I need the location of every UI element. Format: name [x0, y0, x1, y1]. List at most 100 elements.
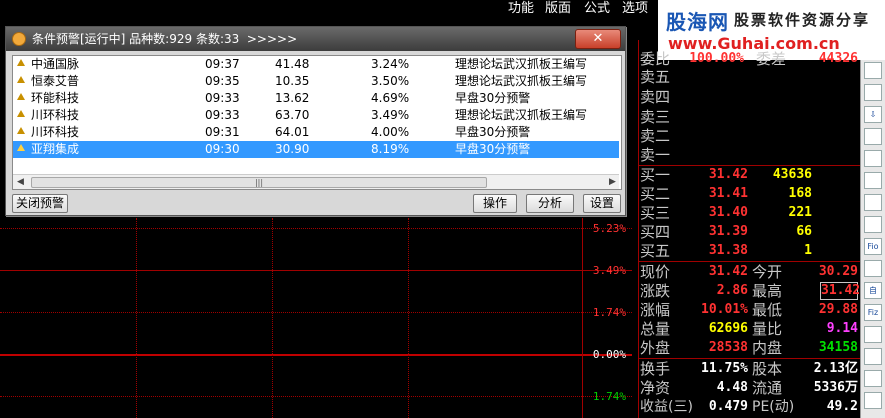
alert-time: 09:33 [205, 108, 240, 122]
info-value-eps: 0.479 [708, 399, 748, 414]
list-item[interactable]: 川环科技 09:31 64.01 4.00% 早盘30分预警 [13, 124, 619, 141]
fiz-icon[interactable]: Fiz [864, 304, 882, 321]
stat-label: 最低 [752, 301, 783, 319]
alert-pct: 3.24% [371, 57, 410, 71]
stock-name: 川环科技 [31, 108, 80, 122]
alert-time: 09:35 [205, 74, 240, 88]
intraday-chart-area[interactable]: 5.23% 3.49% 1.74% 0.00% 1.74% [0, 218, 632, 418]
alert-desc: 早盘30分预警 [455, 125, 531, 139]
line-icon[interactable] [864, 216, 882, 233]
close-alert-button[interactable]: 关闭预警 [12, 194, 68, 213]
info-value-turnover: 11.75% [701, 361, 748, 376]
alert-price: 10.35 [275, 74, 310, 88]
bar-icon[interactable] [864, 260, 882, 277]
up-arrow-icon [17, 76, 25, 83]
side-toolbar: ⇩ Fio 自 Fiz [860, 60, 885, 418]
stat-label: 量比 [752, 320, 783, 338]
menu-item-options[interactable]: 选项 [622, 0, 648, 18]
panel-divider [638, 261, 860, 262]
alert-pct: 4.69% [371, 91, 410, 105]
stat-value-low: 29.88 [818, 302, 858, 317]
buy-label: 买二 [640, 185, 671, 203]
list-item[interactable]: 恒泰艾普 09:35 10.35 3.50% 理想论坛武汉抓板王编写 [13, 73, 619, 90]
stat-label: 总量 [640, 320, 671, 338]
trend-icon[interactable] [864, 172, 882, 189]
menu-item-layout[interactable]: 版面 [545, 0, 571, 18]
grid-icon[interactable] [864, 84, 882, 101]
buy-label: 买五 [640, 242, 671, 260]
wave3-icon[interactable] [864, 392, 882, 409]
info-value-capital: 2.13亿 [813, 361, 858, 376]
logo-subtitle: 股票软件资源分享 [734, 11, 871, 29]
buy-volume: 43636 [772, 167, 812, 182]
alert-pct: 4.00% [371, 125, 410, 139]
stat-value-open: 30.29 [818, 264, 858, 279]
menu-item-formula[interactable]: 公式 [584, 0, 610, 18]
self-icon[interactable]: 自 [864, 282, 882, 299]
info-value-net-assets: 4.48 [716, 380, 748, 395]
up-arrow-icon [17, 59, 25, 66]
settings-button[interactable]: 设置 [583, 194, 621, 213]
pct-label: 0.00% [592, 348, 626, 361]
chart-icon[interactable] [864, 128, 882, 145]
up-arrow-icon [17, 93, 25, 100]
info-value-float: 5336万 [813, 380, 858, 395]
fio-icon[interactable]: Fio [864, 238, 882, 255]
dialog-titlebar[interactable]: 条件预警[运行中] 品种数:929 条数:33 >>>>> ✕ [6, 27, 625, 51]
scroll-right-icon[interactable]: ▶ [609, 177, 616, 187]
alert-pct: 8.19% [371, 142, 410, 156]
grid-vline [136, 218, 138, 418]
zero-line [0, 354, 632, 356]
buy-price: 31.40 [708, 205, 748, 220]
info-value-pe: 49.2 [826, 399, 858, 414]
stat-value-volume-ratio: 9.14 [826, 321, 858, 336]
weibi-label: 委比 [640, 50, 671, 68]
stat-label: 内盘 [752, 339, 783, 357]
alert-icon [12, 32, 26, 46]
info-label: 收益(三) [640, 399, 693, 415]
candle-icon[interactable] [864, 194, 882, 211]
scroll-thumb[interactable]: ||| [31, 177, 487, 188]
stock-name: 川环科技 [31, 125, 80, 139]
panel-divider [638, 358, 860, 359]
alert-desc: 早盘30分预警 [455, 91, 531, 105]
analyze-button[interactable]: 分析 [526, 194, 574, 213]
weicha-label: 委差 [756, 50, 787, 68]
pct-label: 1.74% [592, 306, 626, 319]
close-button[interactable]: ✕ [575, 29, 621, 49]
stock-name: 恒泰艾普 [31, 74, 80, 88]
wave2-icon[interactable] [864, 370, 882, 387]
alert-desc: 早盘30分预警 [455, 142, 531, 156]
operate-button[interactable]: 操作 [473, 194, 517, 213]
alert-price: 13.62 [275, 91, 310, 105]
list-icon[interactable] [864, 62, 882, 79]
circle-chart-icon[interactable] [864, 326, 882, 343]
list-item[interactable]: 中通国脉 09:37 41.48 3.24% 理想论坛武汉抓板王编写 [13, 56, 619, 73]
stat-value-volume: 62696 [708, 321, 748, 336]
alert-price: 63.70 [275, 108, 310, 122]
alert-price: 30.90 [275, 142, 310, 156]
grid-line [0, 228, 632, 230]
sell4-label: 卖四 [640, 88, 671, 106]
text-icon[interactable] [864, 150, 882, 167]
sell3-label: 卖三 [640, 108, 671, 126]
buy-volume: 168 [788, 186, 812, 201]
list-item[interactable]: 川环科技 09:33 63.70 3.49% 理想论坛武汉抓板王编写 [13, 107, 619, 124]
stat-value-high: 31.42 [820, 282, 861, 300]
menu-item-functions[interactable]: 功能 [508, 0, 534, 18]
grid-vline [272, 218, 274, 418]
sell5-label: 卖五 [640, 68, 671, 86]
list-item-selected[interactable]: 亚翔集成 09:30 30.90 8.19% 早盘30分预警 [13, 141, 619, 158]
scroll-left-icon[interactable]: ◀ [17, 177, 24, 187]
wave-icon[interactable] [864, 348, 882, 365]
stat-value-change: 2.86 [716, 283, 748, 298]
grid-vline [408, 218, 410, 418]
grid-line [0, 270, 632, 271]
horizontal-scrollbar[interactable]: ◀ ||| ▶ [13, 174, 619, 189]
list-item[interactable]: 环能科技 09:33 13.62 4.69% 早盘30分预警 [13, 90, 619, 107]
pct-label: 1.74% [592, 390, 626, 403]
info-label: 股本 [752, 360, 783, 378]
weicha-value: 44326 [818, 51, 858, 66]
down-arrow-icon[interactable]: ⇩ [864, 106, 882, 123]
stat-label: 涨幅 [640, 301, 671, 319]
